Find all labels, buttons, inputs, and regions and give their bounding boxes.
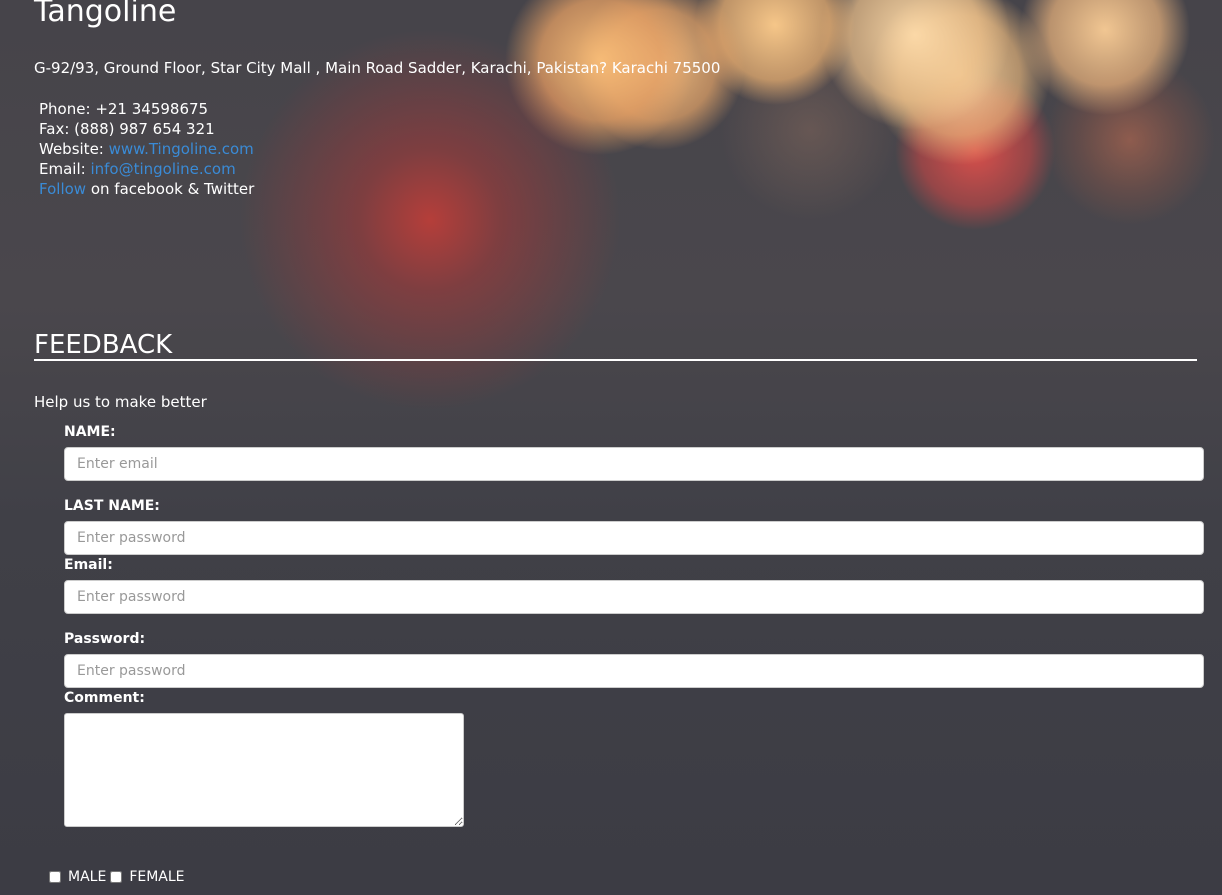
email-field-label: Email: — [64, 557, 113, 573]
feedback-divider — [34, 359, 1197, 361]
male-checkbox[interactable] — [49, 871, 61, 883]
comment-textarea[interactable] — [64, 713, 464, 827]
name-input[interactable] — [64, 447, 1204, 481]
name-label: NAME: — [64, 424, 116, 440]
last-name-input[interactable] — [64, 521, 1204, 555]
female-checkbox[interactable] — [110, 871, 123, 883]
website-row: Website: www.Tingoline.com — [39, 139, 254, 159]
feedback-title: FEEDBACK — [34, 330, 173, 360]
address-text: G-92/93, Ground Floor, Star City Mall , … — [34, 59, 721, 77]
phone-label: Phone: — [39, 100, 91, 118]
phone-value: +21 34598675 — [95, 100, 209, 118]
password-label: Password: — [64, 631, 146, 647]
phone-row: Phone: +21 34598675 — [39, 99, 254, 119]
password-input[interactable] — [64, 654, 1204, 688]
email-label: Email: — [39, 160, 86, 178]
contact-info: Phone: +21 34598675 Fax: (888) 987 654 3… — [39, 99, 254, 199]
website-link[interactable]: www.Tingoline.com — [109, 140, 254, 158]
email-row: Email: info@tingoline.com — [39, 159, 254, 179]
fax-value: (888) 987 654 321 — [74, 120, 215, 138]
website-label: Website: — [39, 140, 104, 158]
email-input[interactable] — [64, 580, 1204, 614]
feedback-subtitle: Help us to make better — [34, 393, 207, 411]
male-label: MALE — [68, 869, 107, 885]
last-name-label: LAST NAME: — [64, 498, 160, 514]
fax-label: Fax: — [39, 120, 70, 138]
follow-link[interactable]: Follow — [39, 180, 86, 198]
brand-title: Tangoline — [34, 0, 177, 29]
gender-options: MALE FEMALE — [49, 868, 189, 886]
fax-row: Fax: (888) 987 654 321 — [39, 119, 254, 139]
comment-label: Comment: — [64, 690, 145, 706]
follow-row: Follow on facebook & Twitter — [39, 179, 254, 199]
female-label: FEMALE — [129, 869, 185, 885]
follow-text: on facebook & Twitter — [90, 180, 255, 198]
page-content: Tangoline G-92/93, Ground Floor, Star Ci… — [0, 0, 1222, 895]
email-link[interactable]: info@tingoline.com — [90, 160, 235, 178]
